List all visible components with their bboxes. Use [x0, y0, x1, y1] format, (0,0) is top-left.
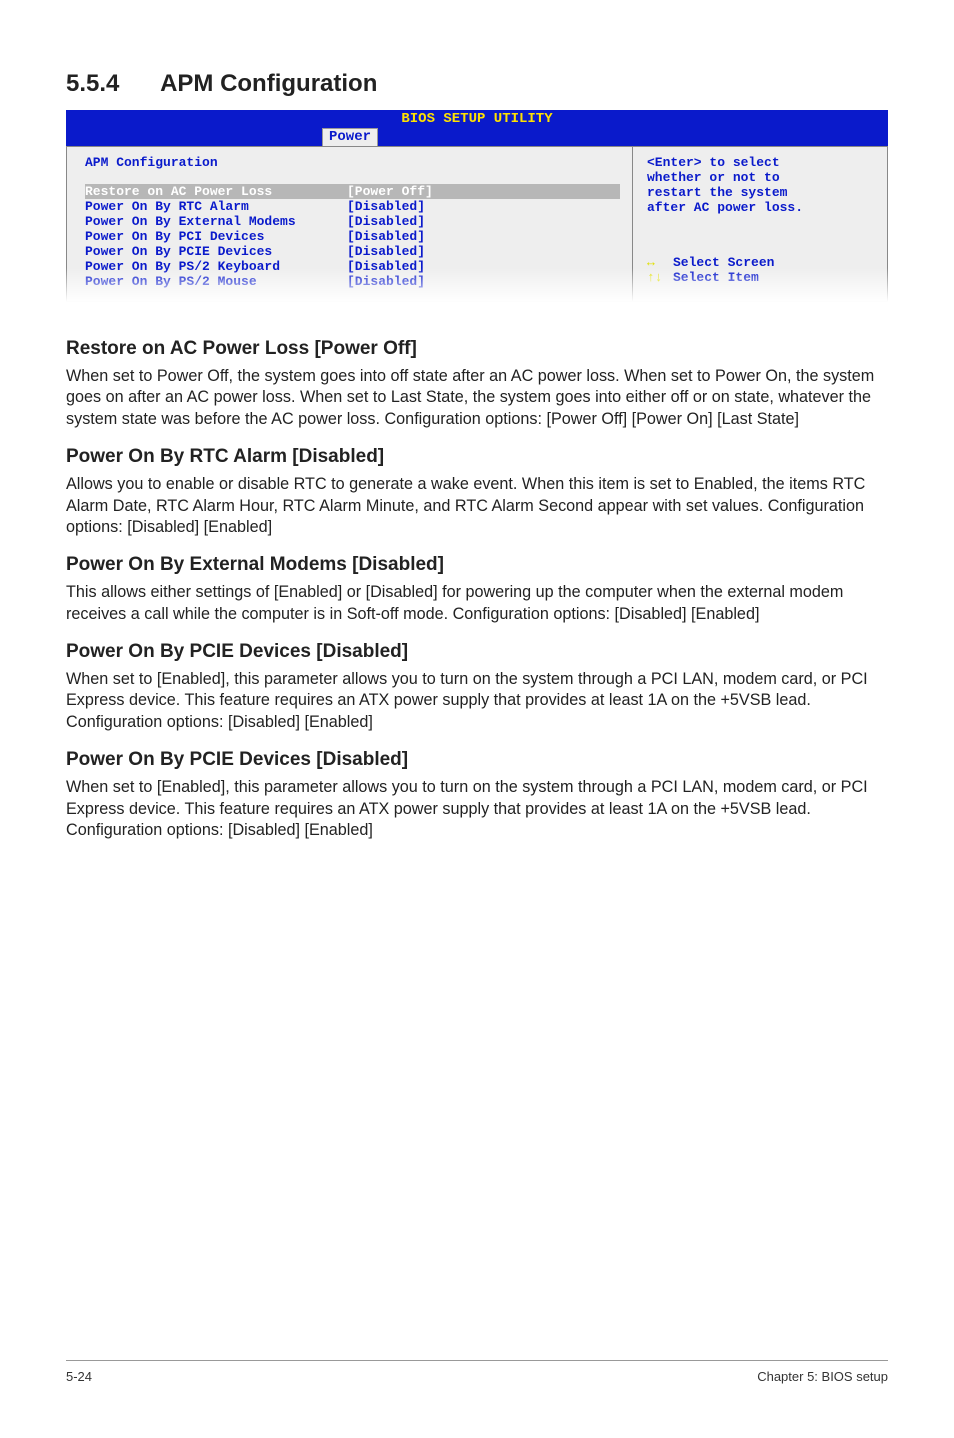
bios-row-value: [Disabled]: [347, 259, 425, 274]
bios-row-label: Power On By RTC Alarm: [85, 199, 347, 214]
arrow-up-down-icon: ↑↓: [647, 270, 673, 285]
bios-help-text: <Enter> to select: [647, 155, 877, 170]
bios-row-label: Power On By External Modems: [85, 214, 347, 229]
bios-row-pcie-devices[interactable]: Power On By PCIE Devices [Disabled]: [85, 244, 620, 259]
bios-row-label: Restore on AC Power Loss: [85, 184, 347, 199]
bios-row-label: Power On By PCI Devices: [85, 229, 347, 244]
bios-row-restore-ac-power-loss[interactable]: Restore on AC Power Loss [Power Off]: [85, 184, 620, 199]
doc-heading-pcie-1: Power On By PCIE Devices [Disabled]: [66, 641, 888, 663]
bios-help-text: restart the system: [647, 185, 877, 200]
bios-row-value: [Disabled]: [347, 274, 425, 289]
bios-nav-label: Select Screen: [673, 255, 774, 270]
doc-paragraph: When set to [Enabled], this parameter al…: [66, 669, 888, 733]
bios-tab-power[interactable]: Power: [322, 128, 378, 146]
page-footer: 5-24 Chapter 5: BIOS setup: [66, 1360, 888, 1384]
page-number: 5-24: [66, 1369, 92, 1384]
bios-row-value: [Power Off]: [347, 184, 433, 199]
bios-row-value: [Disabled]: [347, 199, 425, 214]
doc-paragraph: When set to [Enabled], this parameter al…: [66, 777, 888, 841]
doc-paragraph: When set to Power Off, the system goes i…: [66, 366, 888, 430]
bios-panel-heading: APM Configuration: [85, 155, 620, 170]
chapter-label: Chapter 5: BIOS setup: [757, 1369, 888, 1384]
doc-heading-pcie-2: Power On By PCIE Devices [Disabled]: [66, 749, 888, 771]
bios-row-rtc-alarm[interactable]: Power On By RTC Alarm [Disabled]: [85, 199, 620, 214]
bios-row-label: Power On By PS/2 Mouse: [85, 274, 347, 289]
bios-settings-area: APM Configuration Restore on AC Power Lo…: [66, 146, 632, 302]
bios-help-text: whether or not to: [647, 170, 877, 185]
section-number: 5.5.4: [66, 70, 119, 97]
bios-row-pci-devices[interactable]: Power On By PCI Devices [Disabled]: [85, 229, 620, 244]
section-heading: 5.5.4 APM Configuration: [66, 70, 888, 98]
bios-nav-select-item: ↑↓ Select Item: [647, 270, 877, 285]
bios-titlebar: BIOS SETUP UTILITY Power: [66, 110, 888, 146]
bios-nav-label: Select Item: [673, 270, 759, 285]
bios-row-label: Power On By PCIE Devices: [85, 244, 347, 259]
bios-row-ps2-mouse[interactable]: Power On By PS/2 Mouse [Disabled]: [85, 274, 620, 289]
bios-help-area: <Enter> to select whether or not to rest…: [632, 146, 888, 302]
bios-help-text: after AC power loss.: [647, 200, 877, 215]
bios-nav-select-screen: ↔ Select Screen: [647, 255, 877, 270]
doc-heading-restore-ac: Restore on AC Power Loss [Power Off]: [66, 338, 888, 360]
bios-title: BIOS SETUP UTILITY: [66, 111, 888, 127]
bios-row-label: Power On By PS/2 Keyboard: [85, 259, 347, 274]
doc-paragraph: Allows you to enable or disable RTC to g…: [66, 474, 888, 538]
arrow-left-right-icon: ↔: [647, 255, 673, 270]
bios-setup-panel: BIOS SETUP UTILITY Power APM Configurati…: [66, 110, 888, 302]
bios-row-value: [Disabled]: [347, 244, 425, 259]
doc-heading-rtc-alarm: Power On By RTC Alarm [Disabled]: [66, 446, 888, 468]
doc-paragraph: This allows either settings of [Enabled]…: [66, 582, 888, 625]
bios-row-value: [Disabled]: [347, 214, 425, 229]
bios-row-value: [Disabled]: [347, 229, 425, 244]
bios-row-ps2-keyboard[interactable]: Power On By PS/2 Keyboard [Disabled]: [85, 259, 620, 274]
section-title: APM Configuration: [160, 70, 377, 97]
doc-heading-external-modems: Power On By External Modems [Disabled]: [66, 554, 888, 576]
bios-row-external-modems[interactable]: Power On By External Modems [Disabled]: [85, 214, 620, 229]
